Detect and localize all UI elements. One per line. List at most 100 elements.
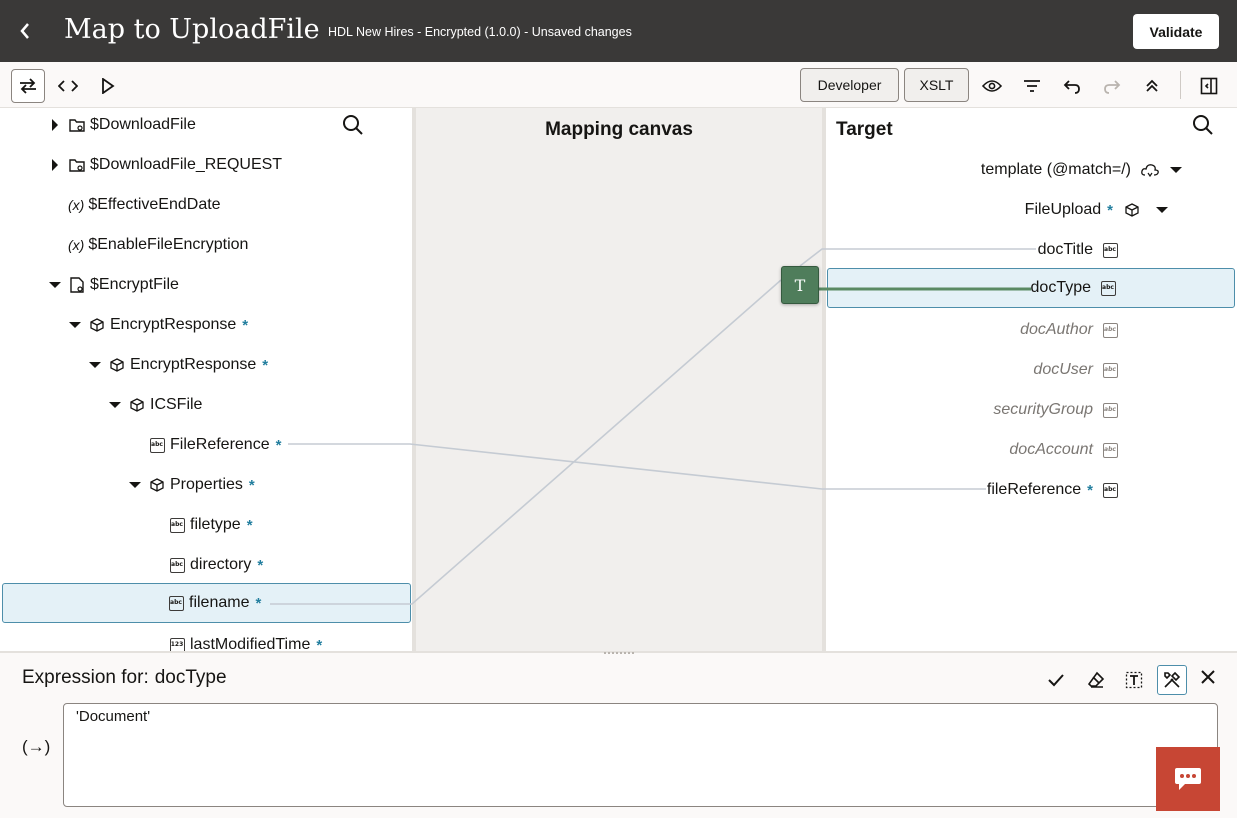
mapping-canvas: Mapping canvas xyxy=(416,108,822,651)
caret-right-icon[interactable] xyxy=(48,118,62,132)
close-button[interactable] xyxy=(1193,662,1223,692)
source-node-label: lastModifiedTime xyxy=(190,636,311,651)
target-node[interactable]: FileUpload * xyxy=(1025,190,1175,230)
undo-button[interactable] xyxy=(1055,69,1089,103)
view-options-button[interactable] xyxy=(975,69,1009,103)
complex-type-icon xyxy=(88,316,106,334)
source-node-label: EncryptResponse xyxy=(130,356,257,373)
swap-mapping-button[interactable] xyxy=(11,69,45,103)
text-format-button[interactable] xyxy=(1119,665,1149,695)
double-chevron-up-icon xyxy=(1146,79,1158,92)
caret-down-icon[interactable] xyxy=(68,318,82,332)
caret-down-icon[interactable] xyxy=(1155,203,1169,217)
required-marker: * xyxy=(1087,481,1093,499)
folder-icon xyxy=(68,116,86,134)
target-node[interactable]: securityGroup abc xyxy=(993,390,1123,430)
target-node[interactable]: docAccount abc xyxy=(1009,430,1123,470)
text-box-icon xyxy=(1125,671,1143,689)
source-node-label: filetype xyxy=(190,516,241,533)
source-node[interactable]: (x) $EffectiveEndDate xyxy=(68,185,221,225)
source-node-label: $EncryptFile xyxy=(90,276,179,293)
target-node-label: docAccount xyxy=(1009,441,1093,458)
toolbar-divider xyxy=(1180,71,1181,99)
expression-title: Expression for: docType xyxy=(22,667,227,689)
source-node-label: $EnableFileEncryption xyxy=(88,236,249,253)
required-marker: * xyxy=(248,476,255,494)
collapse-all-button[interactable] xyxy=(1135,69,1169,103)
required-marker: * xyxy=(316,636,323,652)
close-icon xyxy=(1201,670,1215,684)
source-node[interactable]: $DownloadFile_REQUEST xyxy=(48,145,282,185)
clear-button[interactable] xyxy=(1081,665,1111,695)
caret-down-icon[interactable] xyxy=(108,398,122,412)
chat-bubble-icon xyxy=(1175,768,1201,790)
source-node-label: Properties xyxy=(170,476,243,493)
source-panel: $DownloadFile $DownloadFile_REQUEST (x) … xyxy=(0,108,412,651)
caret-down-icon[interactable] xyxy=(88,358,102,372)
caret-down-icon[interactable] xyxy=(1169,163,1183,177)
code-view-button[interactable] xyxy=(51,69,85,103)
expression-label: Expression for: xyxy=(22,667,149,688)
target-node-label: fileReference xyxy=(986,481,1082,498)
source-node-label: $EffectiveEndDate xyxy=(88,196,221,213)
filter-button[interactable] xyxy=(1015,69,1049,103)
source-node[interactable]: EncryptResponse * xyxy=(68,305,248,345)
target-node-selected[interactable]: docType abc xyxy=(827,268,1235,308)
target-node[interactable]: docUser abc xyxy=(1033,350,1123,390)
source-node[interactable]: Properties * xyxy=(128,465,255,505)
source-node-selected[interactable]: abc filename * xyxy=(2,583,411,623)
swap-arrows-icon xyxy=(20,78,36,94)
back-button[interactable] xyxy=(10,16,40,46)
eye-icon xyxy=(982,80,1002,92)
source-node-label: EncryptResponse xyxy=(110,316,237,333)
string-type-icon: abc xyxy=(1101,401,1119,419)
target-node-label: securityGroup xyxy=(993,401,1093,418)
code-icon xyxy=(58,80,78,92)
string-type-icon: abc xyxy=(167,594,185,612)
complex-type-icon xyxy=(108,356,126,374)
test-run-button[interactable] xyxy=(91,69,125,103)
source-node[interactable]: $DownloadFile xyxy=(48,108,196,145)
required-marker: * xyxy=(275,436,282,454)
string-type-icon: abc xyxy=(1101,441,1119,459)
tools-button[interactable] xyxy=(1157,665,1187,695)
source-search-button[interactable] xyxy=(342,114,366,138)
target-node[interactable]: template (@match=/) xyxy=(981,150,1189,190)
caret-right-icon[interactable] xyxy=(48,158,62,172)
play-icon xyxy=(102,78,115,94)
complex-type-icon xyxy=(148,476,166,494)
source-node[interactable]: $EncryptFile xyxy=(48,265,179,305)
target-node-label: docTitle xyxy=(1037,241,1093,258)
xslt-button[interactable]: XSLT xyxy=(904,68,969,102)
chat-button[interactable] xyxy=(1156,747,1220,811)
apply-button[interactable] xyxy=(1041,665,1071,695)
target-search-button[interactable] xyxy=(1192,114,1216,138)
redo-button[interactable] xyxy=(1095,69,1129,103)
target-node[interactable]: docTitle abc xyxy=(1038,230,1123,270)
string-type-icon: abc xyxy=(1101,241,1119,259)
target-node[interactable]: docAuthor abc xyxy=(1020,310,1123,350)
validate-button[interactable]: Validate xyxy=(1133,14,1219,49)
panel-resize-handle[interactable] xyxy=(604,652,634,656)
source-node[interactable]: abc filetype * xyxy=(168,505,253,545)
source-node[interactable]: (x) $EnableFileEncryption xyxy=(68,225,248,265)
function-node[interactable]: T xyxy=(781,266,819,304)
source-node[interactable]: abc FileReference * xyxy=(148,425,281,465)
source-node-label: $DownloadFile_REQUEST xyxy=(90,156,283,173)
toggle-panel-button[interactable] xyxy=(1192,69,1226,103)
page-header: Map to UploadFile HDL New Hires - Encryp… xyxy=(0,0,1237,62)
developer-button[interactable]: Developer xyxy=(800,68,899,102)
toolbar: Developer XSLT xyxy=(0,62,1237,108)
source-node[interactable]: ICSFile xyxy=(108,385,202,425)
source-node[interactable]: 123 lastModifiedTime * xyxy=(168,625,322,651)
expression-editor[interactable]: 'Document' xyxy=(63,703,1218,807)
string-type-icon: abc xyxy=(1101,481,1119,499)
folder-icon xyxy=(68,156,86,174)
source-node[interactable]: abc directory * xyxy=(168,545,263,585)
caret-down-icon[interactable] xyxy=(48,278,62,292)
string-type-icon: abc xyxy=(168,556,186,574)
source-node[interactable]: EncryptResponse * xyxy=(88,345,268,385)
target-node[interactable]: fileReference * abc xyxy=(987,470,1123,510)
caret-down-icon[interactable] xyxy=(128,478,142,492)
string-type-icon: abc xyxy=(1101,361,1119,379)
